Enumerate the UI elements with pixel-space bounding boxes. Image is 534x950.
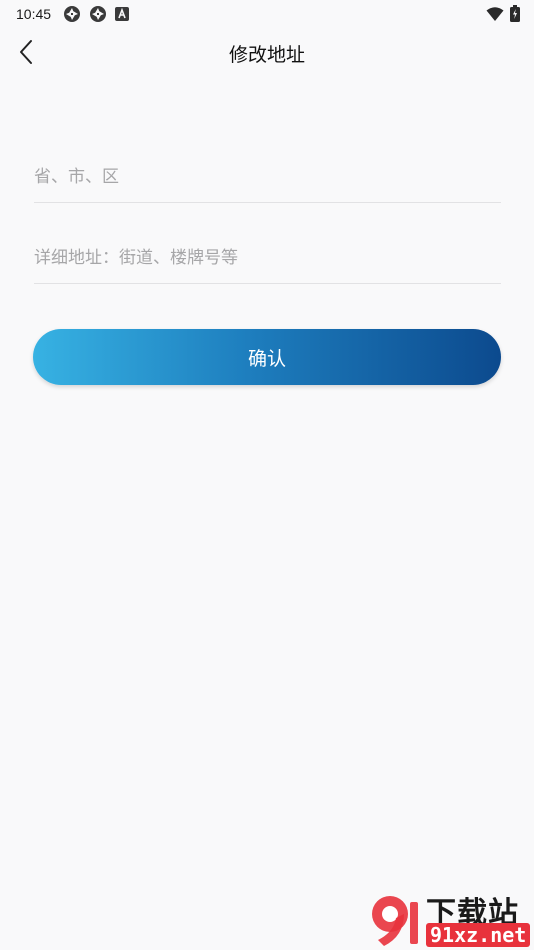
watermark: 下载站 91xz.net bbox=[360, 888, 531, 948]
status-time: 10:45 bbox=[16, 6, 52, 22]
font-a-icon bbox=[115, 7, 130, 21]
watermark-logo bbox=[372, 896, 418, 946]
page-title: 修改地址 bbox=[228, 44, 305, 66]
watermark-domain: 91xz.net bbox=[426, 923, 531, 947]
status-bar: 10:45 bbox=[0, 0, 534, 28]
battery-icon bbox=[510, 5, 520, 22]
nav-bar: 修改地址 bbox=[0, 28, 534, 76]
wifi-icon bbox=[486, 6, 504, 21]
detail-address-input[interactable] bbox=[34, 232, 501, 283]
app-notification-icon bbox=[90, 6, 107, 22]
status-icons-left bbox=[63, 5, 130, 23]
detail-address-field bbox=[34, 232, 501, 284]
status-icons-right bbox=[486, 5, 520, 22]
confirm-button[interactable]: 确认 bbox=[33, 329, 501, 385]
app-notification-icon bbox=[64, 6, 81, 22]
region-field bbox=[34, 151, 501, 203]
region-input[interactable] bbox=[34, 151, 501, 202]
